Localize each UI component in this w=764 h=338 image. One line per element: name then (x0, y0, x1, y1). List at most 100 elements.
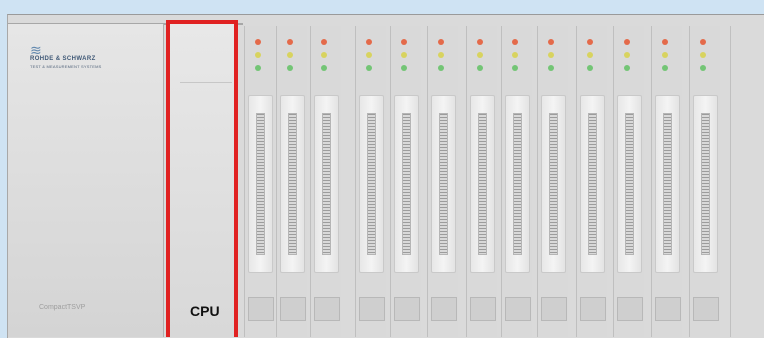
vent-grille (549, 113, 558, 255)
module-slot (651, 26, 682, 337)
yellow-led-icon (255, 52, 261, 58)
green-led-icon (366, 65, 372, 71)
module-front-panel (580, 95, 605, 273)
status-leds (700, 39, 706, 78)
module-bottom-plate (280, 297, 306, 321)
yellow-led-icon (321, 52, 327, 58)
red-led-icon (512, 39, 518, 45)
green-led-icon (587, 65, 593, 71)
yellow-led-icon (548, 52, 554, 58)
red-led-icon (587, 39, 593, 45)
module-front-panel (359, 95, 384, 273)
module-slot (310, 26, 341, 337)
vent-grille (478, 113, 487, 255)
module-bottom-plate (394, 297, 420, 321)
red-led-icon (548, 39, 554, 45)
module-slot (355, 26, 386, 337)
module-slot (537, 26, 568, 337)
status-leds (512, 39, 518, 78)
empty-slot (730, 26, 764, 337)
vent-grille (256, 113, 265, 255)
module-front-panel (505, 95, 530, 273)
brand-tagline: TEST & MEASUREMENT SYSTEMS (30, 64, 102, 69)
vent-grille (439, 113, 448, 255)
status-leds (366, 39, 372, 78)
yellow-led-icon (662, 52, 668, 58)
red-led-icon (287, 39, 293, 45)
red-led-icon (477, 39, 483, 45)
green-led-icon (321, 65, 327, 71)
red-led-icon (401, 39, 407, 45)
module-bottom-plate (580, 297, 606, 321)
status-leds (401, 39, 407, 78)
module-slot (501, 26, 532, 337)
module-slot (689, 26, 720, 337)
module-bottom-plate (248, 297, 274, 321)
green-led-icon (477, 65, 483, 71)
vent-grille (625, 113, 634, 255)
module-front-panel (314, 95, 339, 273)
module-front-panel (394, 95, 419, 273)
yellow-led-icon (624, 52, 630, 58)
status-leds (662, 39, 668, 78)
yellow-led-icon (700, 52, 706, 58)
brand-logo: ≋ ROHDE & SCHWARZ TEST & MEASUREMENT SYS… (30, 42, 102, 69)
red-led-icon (255, 39, 261, 45)
red-led-icon (438, 39, 444, 45)
module-front-panel (541, 95, 566, 273)
status-leds (255, 39, 261, 78)
status-leds (548, 39, 554, 78)
green-led-icon (287, 65, 293, 71)
module-front-panel (655, 95, 680, 273)
module-slot (390, 26, 421, 337)
green-led-icon (255, 65, 261, 71)
brand-name: ROHDE & SCHWARZ (30, 56, 96, 62)
vent-grille (367, 113, 376, 255)
module-slot (576, 26, 607, 337)
red-led-icon (321, 39, 327, 45)
module-slot (244, 26, 275, 337)
module-front-panel (617, 95, 642, 273)
module-slot (466, 26, 497, 337)
vent-grille (663, 113, 672, 255)
module-bottom-plate (505, 297, 531, 321)
module-slot (613, 26, 644, 337)
yellow-led-icon (587, 52, 593, 58)
module-slot (427, 26, 458, 337)
yellow-led-icon (512, 52, 518, 58)
vent-grille (701, 113, 710, 255)
green-led-icon (438, 65, 444, 71)
module-bottom-plate (314, 297, 340, 321)
green-led-icon (401, 65, 407, 71)
green-led-icon (512, 65, 518, 71)
green-led-icon (624, 65, 630, 71)
status-leds (321, 39, 327, 78)
model-label: CompactTSVP (39, 304, 86, 311)
vent-grille (322, 113, 331, 255)
status-leds (438, 39, 444, 78)
module-front-panel (280, 95, 305, 273)
yellow-led-icon (366, 52, 372, 58)
cpu-slot-highlight: CPU (166, 20, 238, 337)
module-bottom-plate (617, 297, 643, 321)
module-bottom-plate (470, 297, 496, 321)
status-leds (587, 39, 593, 78)
status-leds (624, 39, 630, 78)
green-led-icon (548, 65, 554, 71)
module-bottom-plate (655, 297, 681, 321)
yellow-led-icon (477, 52, 483, 58)
module-slot (276, 26, 307, 337)
module-bottom-plate (541, 297, 567, 321)
red-led-icon (624, 39, 630, 45)
yellow-led-icon (401, 52, 407, 58)
module-front-panel (470, 95, 495, 273)
green-led-icon (662, 65, 668, 71)
yellow-led-icon (438, 52, 444, 58)
wave-icon: ≋ (30, 42, 42, 58)
module-bottom-plate (359, 297, 385, 321)
module-front-panel (248, 95, 273, 273)
module-bottom-plate (431, 297, 457, 321)
status-leds (287, 39, 293, 78)
vent-grille (288, 113, 297, 255)
module-bottom-plate (693, 297, 719, 321)
